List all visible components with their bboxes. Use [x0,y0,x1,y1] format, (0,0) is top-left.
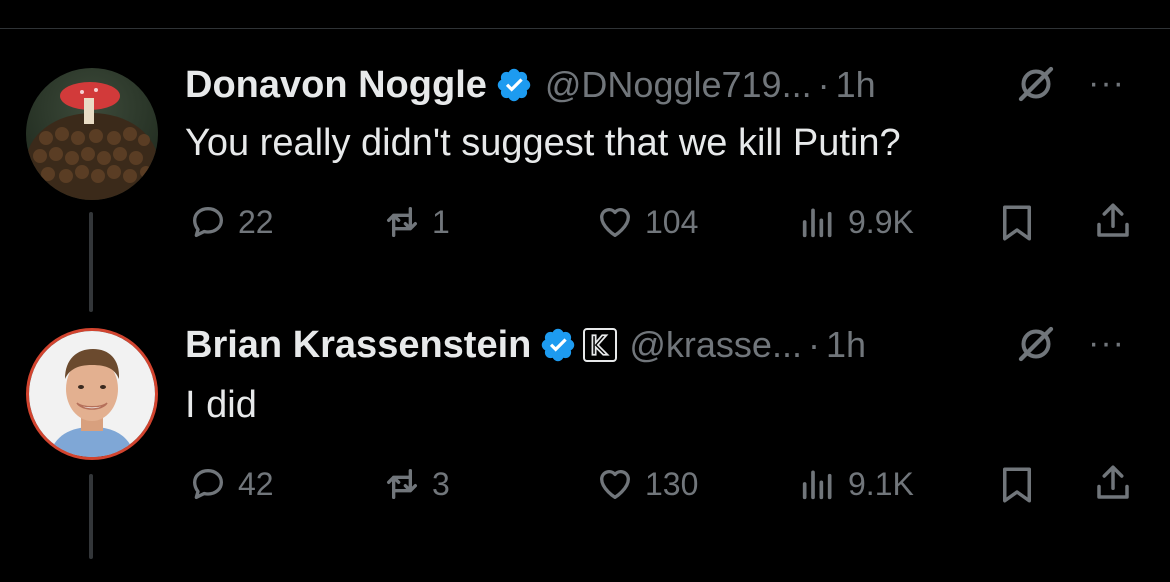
reply-button[interactable]: 42 [188,464,274,504]
k-letter-icon [591,334,611,356]
verified-badge-icon[interactable] [495,66,533,104]
thread-line [89,212,93,312]
grok-icon[interactable] [1016,324,1056,364]
reply-count: 22 [238,203,274,240]
tweet-header: Donavon Noggle @DNoggle719... · 1h [185,63,876,107]
like-button[interactable]: 104 [595,202,698,242]
separator-dot: · [807,324,820,365]
tweet-text: I did [185,384,257,426]
avatar[interactable] [26,328,158,460]
like-button[interactable]: 130 [595,464,698,504]
more-icon[interactable]: ··· [1088,64,1125,103]
avatar[interactable] [26,68,158,200]
bookmark-button[interactable] [996,202,1038,249]
share-button[interactable] [1092,462,1134,509]
views-button[interactable]: 9.9K [798,202,914,242]
tweet-2[interactable]: Brian Krassenstein @krasse... · 1h ··· I… [0,322,1170,582]
verified-badge-icon[interactable] [539,326,577,364]
timestamp[interactable]: 1h [826,324,866,366]
views-button[interactable]: 9.1K [798,464,914,504]
display-name[interactable]: Brian Krassenstein [185,324,531,367]
handle[interactable]: @krasse... [629,324,802,366]
more-icon[interactable]: ··· [1088,324,1125,363]
bookmark-button[interactable] [996,464,1038,511]
repost-count: 3 [432,465,450,502]
tweet-1[interactable]: Donavon Noggle @DNoggle719... · 1h ··· Y… [0,60,1170,320]
tweet-text: You really didn't suggest that we kill P… [185,122,901,164]
thread-line [89,474,93,559]
repost-button[interactable]: 1 [382,202,450,242]
bookmark-icon [1003,205,1031,241]
repost-button[interactable]: 3 [382,464,450,504]
bookmark-icon [1003,467,1031,503]
repost-icon [387,469,417,499]
like-count: 130 [645,465,699,502]
like-icon [600,208,630,237]
share-button[interactable] [1092,200,1134,247]
share-icon [1097,465,1129,499]
reply-count: 42 [238,465,274,502]
top-divider [0,28,1170,29]
view-count: 9.1K [848,465,914,502]
reply-button[interactable]: 22 [188,202,274,242]
like-icon [600,470,630,499]
profile-photo-avatar-image [29,331,155,457]
mushroom-avatar-image [26,68,158,200]
affiliate-badge-icon[interactable] [583,328,618,362]
reply-icon [193,469,223,499]
share-icon [1097,203,1129,237]
like-count: 104 [645,203,699,240]
separator-dot: · [817,64,830,105]
reply-icon [193,207,223,237]
repost-icon [387,207,417,237]
timestamp[interactable]: 1h [836,64,876,106]
display-name[interactable]: Donavon Noggle [185,64,487,107]
grok-icon[interactable] [1016,64,1056,104]
views-icon [802,470,832,500]
tweet-header: Brian Krassenstein @krasse... · 1h [185,323,866,367]
views-icon [802,208,832,238]
repost-count: 1 [432,203,450,240]
handle[interactable]: @DNoggle719... [545,64,812,106]
view-count: 9.9K [848,203,914,240]
